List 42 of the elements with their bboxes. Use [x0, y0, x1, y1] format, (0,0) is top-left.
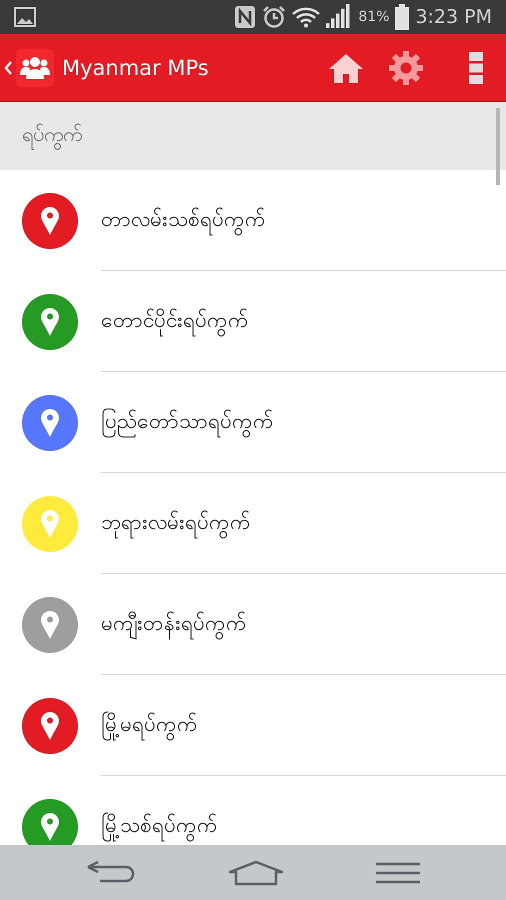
- clock-time: 3:23 PM: [415, 6, 492, 28]
- ward-name: မြို့မရပ်ကွက်: [101, 710, 198, 740]
- map-pin-icon: [41, 206, 59, 234]
- settings-icon: [388, 50, 424, 86]
- battery-icon: [395, 4, 410, 30]
- nfc-icon: [234, 5, 256, 29]
- map-pin-icon: [41, 812, 59, 840]
- ward-list-item[interactable]: ဘုရားလမ်းရပ်ကွက်: [0, 473, 506, 574]
- ward-name: မကျီးတန်းရပ်ကွက်: [101, 608, 247, 640]
- ward-name: တာလမ်းသစ်ရပ်ကွက်: [101, 204, 266, 236]
- map-pin-icon: [41, 408, 59, 436]
- menu-button[interactable]: [376, 862, 420, 884]
- image-icon: [14, 7, 36, 27]
- menu-icon: [376, 862, 420, 884]
- map-pin-icon: [41, 712, 59, 740]
- ward-name: မြို့သစ်ရပ်ကွက်: [101, 811, 218, 842]
- app-title: Myanmar MPs: [62, 56, 209, 80]
- overflow-menu-icon: [469, 52, 483, 84]
- ward-name: တောင်ပိုင်းရပ်ကွက်: [101, 306, 249, 336]
- home-icon: [228, 860, 284, 886]
- ward-list-item[interactable]: ပြည်တော်သာရပ်ကွက်: [0, 372, 506, 473]
- alarm-clock-icon: [262, 5, 286, 29]
- ward-name: ပြည်တော်သာရပ်ကွက်: [101, 406, 274, 438]
- map-pin-icon: [41, 510, 59, 538]
- chevron-left-icon: [4, 60, 12, 74]
- ward-list-item[interactable]: မကျီးတန်းရပ်ကွက်: [0, 574, 506, 675]
- battery-percentage: 81%: [358, 9, 390, 25]
- map-pin-icon: [41, 308, 59, 336]
- people-icon: [20, 54, 50, 80]
- ward-name: ဘုရားလမ်းရပ်ကွက်: [101, 508, 251, 538]
- wifi-icon: [292, 6, 320, 28]
- home-icon: [328, 52, 364, 84]
- ward-list-item[interactable]: မြို့မရပ်ကွက်: [0, 675, 506, 776]
- back-icon: [86, 860, 136, 884]
- map-pin-icon: [41, 610, 59, 638]
- section-title: ရပ်ကွက်: [22, 121, 82, 151]
- ward-list-item[interactable]: တောင်ပိုင်းရပ်ကွက်: [0, 271, 506, 372]
- home-nav-button[interactable]: [228, 860, 284, 886]
- app-home-button[interactable]: [4, 48, 54, 86]
- signal-icon: [326, 4, 352, 30]
- back-button[interactable]: [86, 860, 136, 884]
- ward-list-item[interactable]: တာလမ်းသစ်ရပ်ကွက်: [0, 170, 506, 271]
